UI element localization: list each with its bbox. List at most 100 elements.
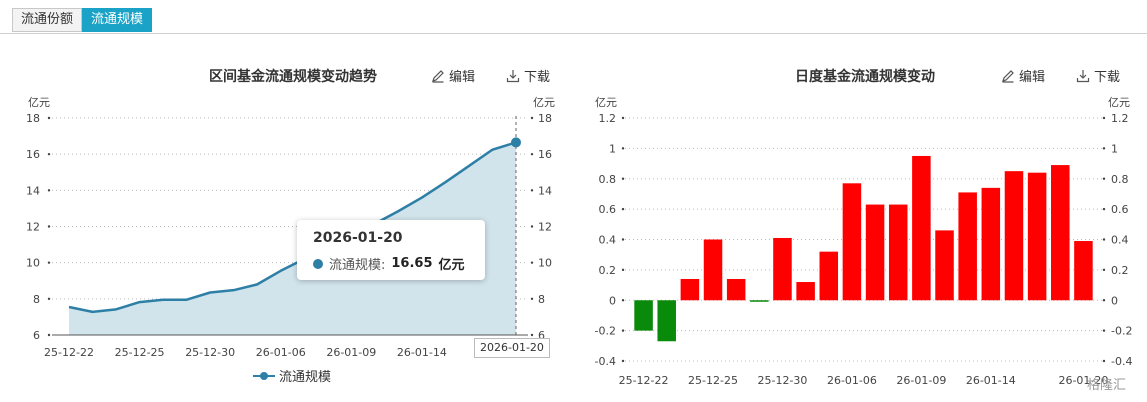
y-tick-mark (530, 152, 534, 156)
y-tick-mark (1102, 207, 1106, 211)
y-tick-mark (1102, 359, 1106, 363)
series-dot-icon (313, 258, 323, 269)
y-tick-label-right: 0.4 (1111, 234, 1129, 247)
y-tick-mark (621, 359, 625, 363)
y-tick-label-left: 1 (609, 142, 616, 155)
y-tick-mark (1102, 238, 1106, 241)
y-tick-label-right: 1.2 (1111, 112, 1129, 125)
y-tick-mark (1102, 177, 1106, 180)
y-tick-label-left: 12 (26, 221, 40, 234)
watermark-logo: 格隆汇 (1087, 378, 1127, 393)
x-tick-label: 25-12-25 (115, 346, 165, 359)
y-tick-label-right: 18 (538, 112, 552, 125)
left-unit-label: 亿元 (595, 96, 617, 109)
bar (1074, 241, 1093, 301)
legend-label: 流通规模 (279, 370, 332, 385)
right-bar-chart[interactable]: -0.4 -0.4 -0.2 -0.2 0 0 0.2 0.2 0.4 0.4 0.6 0.6 0.8 0… (595, 96, 1133, 387)
bar (750, 300, 769, 302)
y-tick-label-left: 6 (33, 329, 40, 342)
tooltip-date: 2026-01-20 (313, 230, 403, 246)
x-tick-label: 25-12-22 (44, 346, 94, 359)
y-tick-mark (621, 268, 625, 272)
bar (657, 300, 676, 342)
tooltip-value: 16.65 (391, 256, 433, 271)
bar (1004, 171, 1024, 301)
y-tick-label-right: 0 (1111, 294, 1118, 307)
y-tick-label-left: 0.8 (599, 173, 617, 186)
bar (981, 187, 1001, 301)
y-tick-label-right: 16 (538, 148, 552, 161)
y-tick-label-left: 14 (26, 184, 40, 197)
y-tick-label-left: 8 (33, 293, 40, 306)
bar (888, 204, 908, 301)
y-tick-mark (47, 225, 51, 228)
bar (726, 278, 746, 301)
highlight-point (511, 137, 521, 148)
right-unit-label: 亿元 (1108, 96, 1130, 109)
y-tick-mark (621, 238, 625, 241)
tooltip-row: 流通规模: 16.65 亿元 (313, 254, 465, 273)
y-tick-mark (1102, 147, 1106, 150)
y-tick-label-right: 1 (1111, 142, 1118, 155)
y-tick-mark (47, 333, 51, 337)
left-legend[interactable]: 流通规模 (253, 366, 331, 385)
chart-tooltip: 2026-01-20 流通规模: 16.65 亿元 (297, 220, 485, 280)
y-tick-mark (621, 329, 625, 332)
bar (773, 237, 792, 301)
y-tick-mark (621, 177, 625, 180)
x-tick-label: 25-12-25 (688, 374, 738, 387)
y-tick-mark (47, 152, 51, 156)
y-tick-mark (621, 116, 625, 120)
bar (634, 300, 653, 331)
y-tick-label-left: -0.2 (595, 325, 616, 338)
bar (1027, 172, 1047, 301)
y-tick-mark (1102, 116, 1106, 120)
bar (958, 192, 977, 301)
y-tick-label-left: 0.6 (599, 203, 617, 216)
y-tick-mark (530, 225, 534, 228)
bar (842, 183, 862, 301)
y-tick-label-right: -0.4 (1111, 355, 1132, 368)
bar (796, 282, 815, 301)
y-tick-label-left: 1.2 (599, 112, 617, 125)
y-tick-label-left: 0.4 (599, 234, 617, 247)
right-unit-label: 亿元 (533, 96, 555, 109)
bar (1051, 165, 1070, 301)
y-tick-mark (47, 116, 51, 120)
y-tick-label-right: 14 (538, 184, 552, 197)
y-tick-label-right: 10 (538, 257, 552, 270)
y-tick-label-left: 18 (26, 112, 40, 125)
bar (935, 230, 954, 301)
y-tick-mark (1102, 299, 1106, 302)
y-tick-label-right: 8 (538, 293, 545, 306)
charts-canvas: 6 68 810 1012 1214 1416 1618 18亿元 亿元25-12-22 25-1… (26, 96, 1133, 387)
y-tick-label-left: -0.4 (595, 355, 616, 368)
bar (680, 278, 700, 301)
y-tick-label-right: 0.8 (1111, 173, 1129, 186)
y-tick-mark (621, 299, 625, 302)
y-tick-mark (530, 297, 534, 301)
y-tick-label-right: 0.2 (1111, 264, 1129, 277)
bar (819, 251, 839, 301)
y-tick-label-right: 12 (538, 221, 552, 234)
y-tick-label-left: 0.2 (599, 264, 617, 277)
y-tick-mark (621, 147, 625, 150)
x-tick-label: 26-01-09 (896, 374, 946, 387)
y-tick-label-right: -0.2 (1111, 325, 1132, 338)
x-tick-label: 25-12-30 (758, 374, 808, 387)
y-tick-label-left: 0 (609, 294, 616, 307)
bar (865, 204, 885, 301)
y-tick-label-left: 10 (26, 257, 40, 270)
tooltip-unit: 亿元 (438, 258, 465, 273)
x-tick-label: 26-01-06 (827, 374, 877, 387)
y-tick-mark (47, 261, 51, 264)
y-tick-label-left: 16 (26, 148, 40, 161)
x-tick-label: 26-01-09 (326, 346, 376, 359)
y-tick-mark (530, 261, 534, 264)
x-tick-label: 25-12-30 (185, 346, 235, 359)
y-tick-mark (530, 189, 534, 192)
y-tick-mark (1102, 268, 1106, 272)
bar (912, 155, 931, 301)
x-tick-label: 25-12-22 (619, 374, 669, 387)
bar (703, 239, 723, 301)
